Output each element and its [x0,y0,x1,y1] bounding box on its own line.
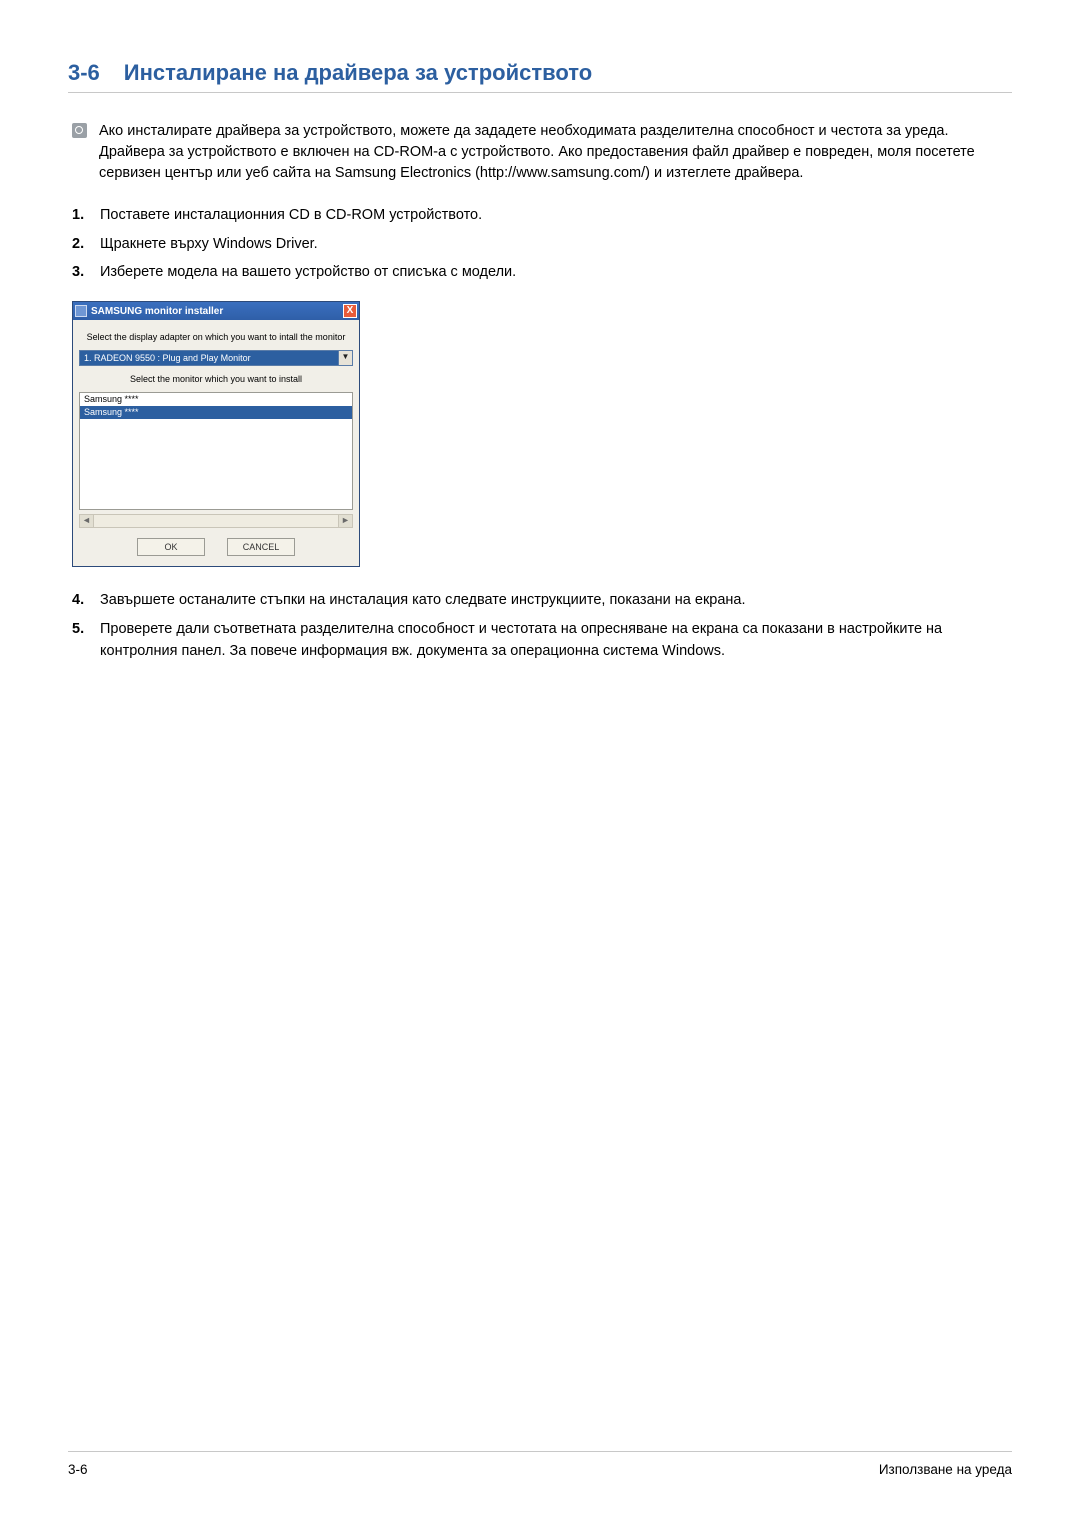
scroll-left-icon[interactable]: ◄ [80,515,94,527]
adapter-combobox[interactable]: 1. RADEON 9550 : Plug and Play Monitor ▼ [79,350,353,366]
step-4: Завършете останалите стъпки на инсталаци… [72,589,1012,611]
note-block: Ако инсталирате драйвера за устройството… [72,121,1012,184]
cancel-button[interactable]: CANCEL [227,538,295,556]
page-footer: 3-6 Използване на уреда [68,1451,1012,1477]
section-heading: 3-6 Инсталиране на драйвера за устройств… [68,60,1012,93]
installer-screenshot: SAMSUNG monitor installer X Select the d… [72,301,1012,567]
footer-page-number: 3-6 [68,1462,88,1477]
chevron-down-icon[interactable]: ▼ [338,351,352,365]
step-2: Щракнете върху Windows Driver. [72,233,1012,255]
monitor-label: Select the monitor which you want to ins… [79,374,353,384]
adapter-label: Select the display adapter on which you … [79,332,353,342]
note-icon [72,123,87,138]
step-3: Изберете модела на вашето устройство от … [72,261,1012,283]
window-title: SAMSUNG monitor installer [91,306,223,317]
list-item-selected[interactable]: Samsung **** [80,406,352,419]
step-5: Проверете дали съответната разделителна … [72,618,1012,663]
scroll-right-icon[interactable]: ► [338,515,352,527]
app-icon [75,305,87,317]
installer-window: SAMSUNG monitor installer X Select the d… [72,301,360,567]
instruction-list: Поставете инсталационния CD в CD-ROM уст… [72,204,1012,283]
monitor-listbox[interactable]: Samsung **** Samsung **** [79,392,353,510]
horizontal-scrollbar[interactable]: ◄ ► [79,514,353,528]
step-1: Поставете инсталационния CD в CD-ROM уст… [72,204,1012,226]
ok-button[interactable]: OK [137,538,205,556]
close-button[interactable]: X [343,304,357,318]
titlebar: SAMSUNG monitor installer X [73,302,359,320]
heading-title: Инсталиране на драйвера за устройството [124,60,592,86]
instruction-list-cont: Завършете останалите стъпки на инсталаци… [72,589,1012,662]
list-item[interactable]: Samsung **** [80,393,352,406]
footer-section-name: Използване на уреда [879,1462,1012,1477]
combobox-value: 1. RADEON 9550 : Plug and Play Monitor [84,353,251,363]
note-text: Ако инсталирате драйвера за устройството… [99,121,1012,184]
heading-number: 3-6 [68,60,100,86]
